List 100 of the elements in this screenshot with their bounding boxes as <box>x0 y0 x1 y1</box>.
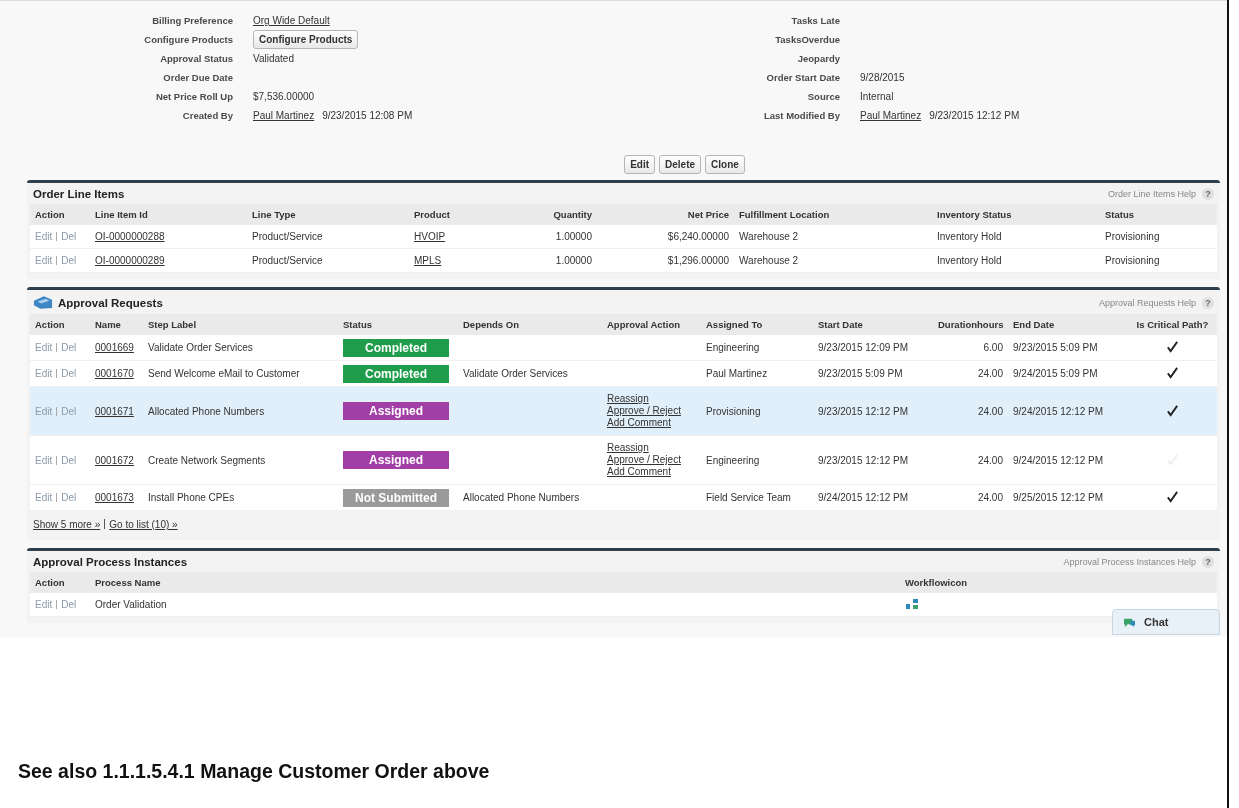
section-title: Order Line Items <box>33 188 125 200</box>
table-cell: $1,296.00000 <box>597 248 734 273</box>
help-icon[interactable]: ? <box>1202 556 1214 568</box>
table-cell: 9/24/2015 12:12 PM <box>813 484 933 511</box>
field-label: Created By <box>181 110 233 121</box>
product-link[interactable]: HVOIP <box>414 231 446 242</box>
action-link[interactable]: Add Comment <box>607 417 696 429</box>
record-button[interactable]: Edit <box>624 155 656 174</box>
column-header: Line Item Id <box>90 204 247 225</box>
table-cell: 9/24/2015 12:12 PM <box>1008 386 1128 436</box>
chat-icon <box>1123 616 1136 628</box>
column-header: Fulfillment Location <box>734 204 932 225</box>
action-link[interactable]: Approve / Reject <box>607 405 696 417</box>
table-cell: Warehouse 2 <box>734 225 932 249</box>
column-header: Step Label <box>143 314 338 335</box>
document-heading: See also 1.1.1.5.4.1 Manage Customer Order above <box>18 760 491 783</box>
table-cell: Inventory Hold <box>932 225 1100 249</box>
record-link[interactable]: OI-0000000289 <box>95 255 165 266</box>
action-link[interactable]: Add Comment <box>607 466 696 478</box>
column-header: Status <box>338 314 458 335</box>
table-cell: Provisioning <box>701 386 813 436</box>
table-cell: Allocated Phone Numbers <box>143 386 338 436</box>
table-cell: Inventory Hold <box>932 248 1100 273</box>
field-label: Configure Products <box>143 34 233 45</box>
go-to-list-link[interactable]: Go to list (10) » <box>109 519 178 530</box>
help-icon[interactable]: ? <box>1202 296 1214 309</box>
status-badge: Assigned <box>343 451 449 469</box>
record-link[interactable]: 0001673 <box>95 492 134 503</box>
table-cell: 1.00000 <box>519 225 597 249</box>
table-row[interactable]: Edit Del 0001669 Validate Order Services Completed Engineering 9/23/2015 12:09 PM 6.00 9/23/2015 5:09 PM <box>30 335 1217 361</box>
column-header: Product <box>409 204 519 225</box>
table-cell: Create Network Segments <box>143 435 338 485</box>
column-header: Quantity <box>519 204 597 225</box>
user-link[interactable]: Paul Martinez <box>860 110 922 121</box>
column-header: Status <box>1100 204 1217 225</box>
record-link[interactable]: 0001671 <box>95 405 134 417</box>
record-link[interactable]: 0001672 <box>95 454 134 466</box>
field-label: TasksOverdue <box>774 34 840 45</box>
table-cell: Validate Order Services <box>143 335 338 361</box>
column-header: Process Name <box>90 572 900 593</box>
column-header: Assigned To <box>701 314 813 335</box>
table-cell: Provisioning <box>1100 248 1217 273</box>
table-cell: 1.00000 <box>519 248 597 273</box>
table-cell: 9/23/2015 12:09 PM <box>813 335 933 361</box>
column-header: Net Price <box>597 204 734 225</box>
table-cell: Product/Service <box>247 248 409 273</box>
table-cell: 24.00 <box>933 360 1008 387</box>
action-link[interactable]: Reassign <box>607 393 696 405</box>
user-link[interactable]: Paul Martinez <box>253 110 315 121</box>
show-more-link[interactable]: Show 5 more » <box>33 519 101 530</box>
field-value: Validated <box>253 53 294 64</box>
table-cell: 9/23/2015 5:09 PM <box>813 360 933 387</box>
table-cell: 9/25/2015 12:12 PM <box>1008 484 1128 511</box>
field-label: Tasks Late <box>790 15 840 26</box>
record-link[interactable]: 0001669 <box>95 342 134 353</box>
action-link[interactable]: Reassign <box>607 442 696 454</box>
field-label: Order Due Date <box>162 72 233 83</box>
field-label: Approval Status <box>159 53 233 64</box>
column-header: Name <box>90 314 143 335</box>
record-button[interactable]: Delete <box>659 155 702 174</box>
table-row[interactable]: Edit Del 0001672 Create Network Segments Assigned Reassign Approve / Reject Add Comment Engineering 9/23/2015 12:12 PM 24.00 9/24/2015 12:12 PM <box>30 435 1217 485</box>
table-cell: Allocated Phone Numbers <box>463 492 580 503</box>
table-cell: 9/23/2015 12:12 PM <box>813 386 933 436</box>
table-row[interactable]: Edit Del 0001673 Install Phone CPEs Not Submitted Allocated Phone Numbers Field Service Team 9/24/2015 12:12 PM 24.00 9/25/2015 12:12 PM <box>30 484 1217 511</box>
column-header: Action <box>30 314 90 335</box>
table-cell: Warehouse 2 <box>734 248 932 273</box>
field-value: 9/28/2015 <box>860 72 905 83</box>
user-link[interactable]: Org Wide Default <box>253 15 330 26</box>
table-cell: 24.00 <box>933 435 1008 485</box>
field-value: 9/23/2015 12:08 PM <box>322 110 413 121</box>
table-cell: Send Welcome eMail to Customer <box>143 360 338 387</box>
section-title: Approval Requests <box>58 296 163 309</box>
table-row[interactable]: Edit Del 0001671 Allocated Phone Numbers Assigned Reassign Approve / Reject Add Comment Provisioning 9/23/2015 12:12 PM 24.00 9/24/2015 12:12 PM <box>30 386 1217 436</box>
table-cell: 9/23/2015 12:12 PM <box>813 435 933 485</box>
action-link[interactable]: Approve / Reject <box>607 454 696 466</box>
column-header: Approval Action <box>602 314 701 335</box>
field-label: Jeopardy <box>796 53 840 64</box>
status-badge: Assigned <box>343 402 449 420</box>
chat-widget[interactable]: Chat <box>1112 609 1220 635</box>
section-title: Approval Process Instances <box>33 556 188 568</box>
table-cell: $6,240.00000 <box>597 225 734 249</box>
table-row[interactable]: Edit Del 0001670 Send Welcome eMail to Customer Completed Validate Order Services Paul Martinez 9/23/2015 5:09 PM 24.00 9/24/2015 5:09 PM <box>30 360 1217 387</box>
help-icon[interactable]: ? <box>1202 188 1214 200</box>
column-header: Workflowicon <box>900 572 1217 593</box>
table-cell: Product/Service <box>247 225 409 249</box>
table-cell: Validate Order Services <box>463 368 568 379</box>
table-cell: 9/23/2015 5:09 PM <box>1008 335 1128 361</box>
table-cell: 9/24/2015 12:12 PM <box>1008 435 1128 485</box>
field-label: Source <box>806 91 840 102</box>
record-button[interactable]: Clone <box>705 155 745 174</box>
configure-button[interactable]: Configure Products <box>253 30 359 49</box>
status-badge: Not Submitted <box>343 488 449 507</box>
column-header: Action <box>30 572 90 593</box>
column-header: End Date <box>1008 314 1128 335</box>
column-header: Inventory Status <box>932 204 1100 225</box>
record-link[interactable]: 0001670 <box>95 368 134 379</box>
column-header: Action <box>30 204 90 225</box>
product-link[interactable]: MPLS <box>414 255 442 266</box>
field-value: $7,536.00000 <box>253 91 315 102</box>
status-badge: Completed <box>343 338 449 357</box>
